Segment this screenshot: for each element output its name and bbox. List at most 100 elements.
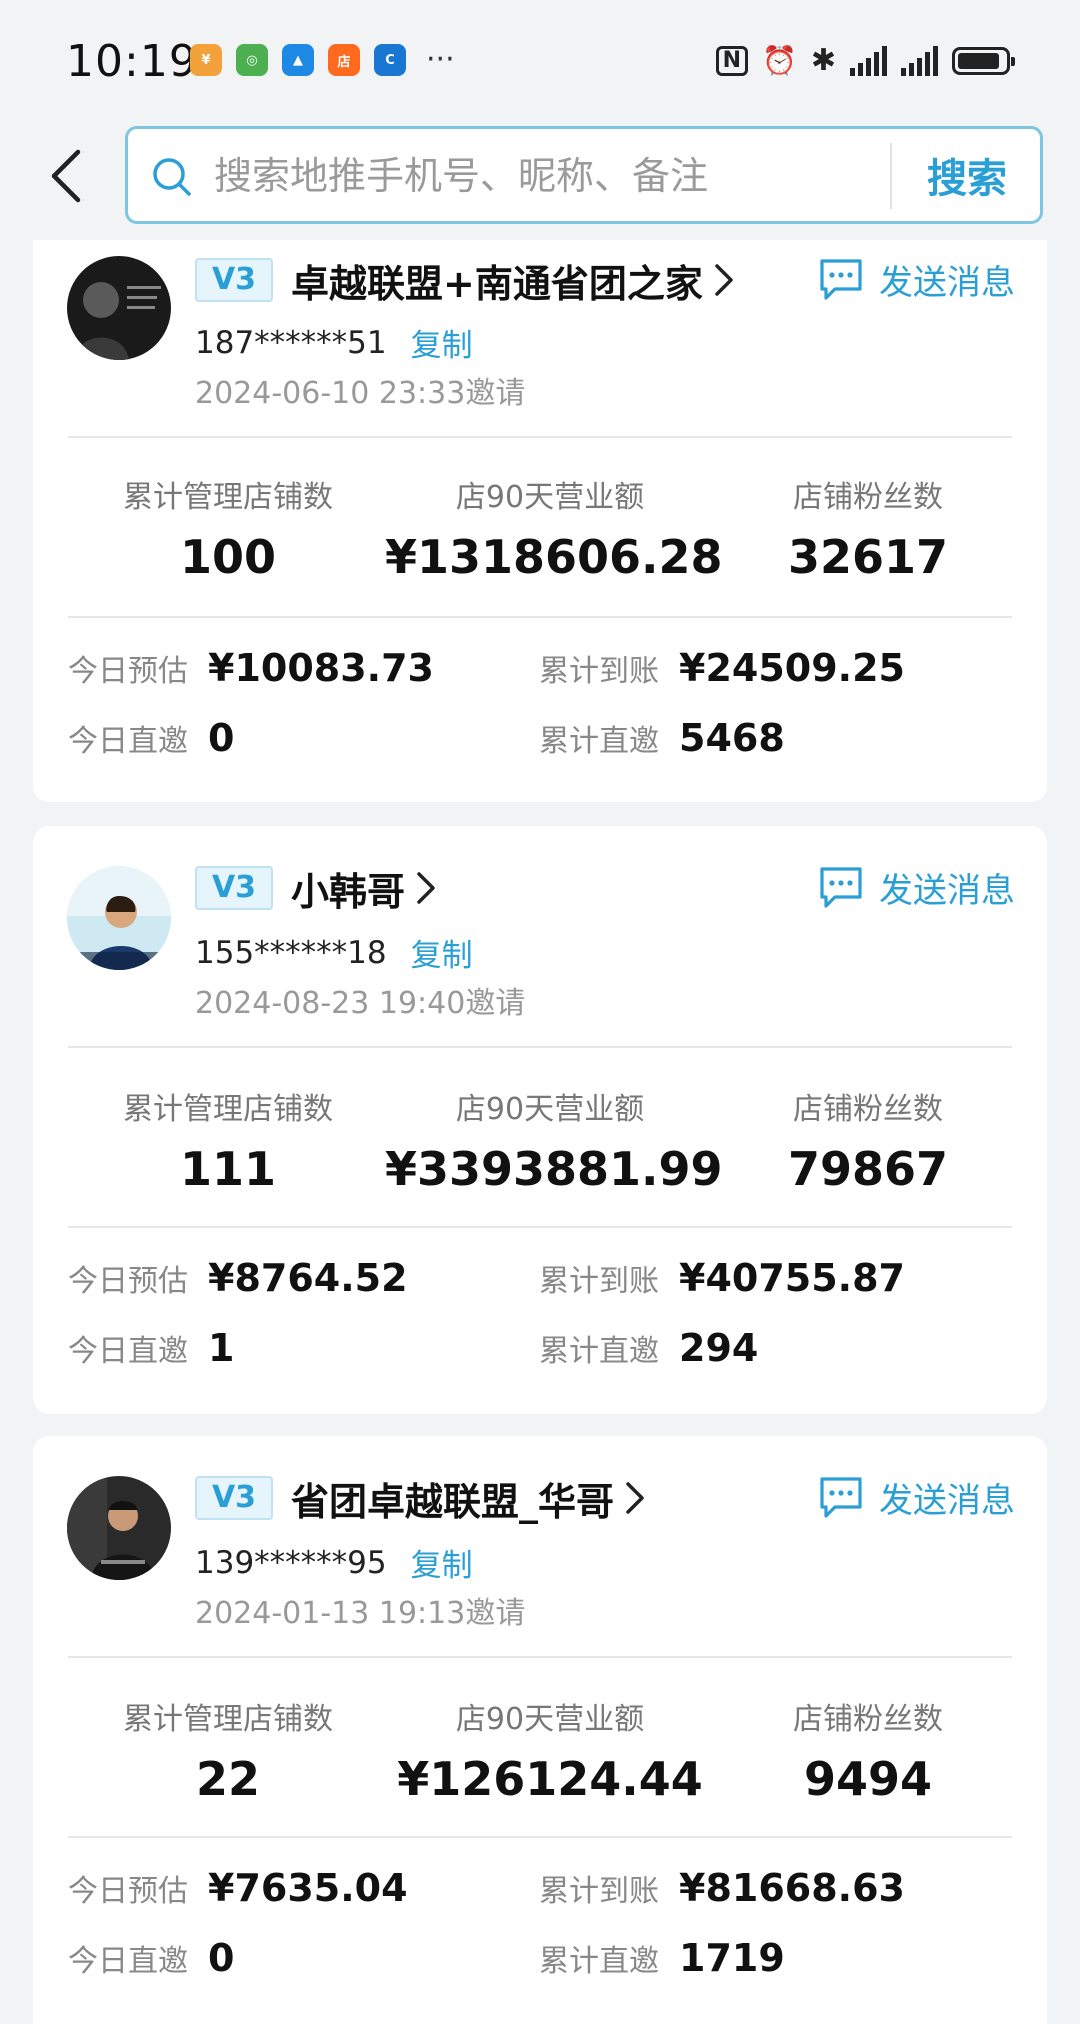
alarm-icon: ⏰ xyxy=(761,44,797,77)
stat-label: 店铺粉丝数 xyxy=(793,480,943,515)
stat-label: 店铺粉丝数 xyxy=(793,1092,943,1127)
today-invite: 今日直邀 1 xyxy=(68,1326,234,1370)
total-invite: 累计直邀 5468 xyxy=(539,716,785,760)
avatar[interactable] xyxy=(67,866,171,970)
promoter-card: V3 省团卓越联盟_华哥 发送消息 139******95 复制 2024-01… xyxy=(33,1436,1047,2024)
send-message-label: 发送消息 xyxy=(879,262,1015,303)
kv-label: 今日直邀 xyxy=(68,1944,188,1979)
today-invite: 今日直邀 0 xyxy=(68,1936,234,1980)
stat-label: 店铺粉丝数 xyxy=(793,1702,943,1737)
bluetooth-icon: ✱ xyxy=(810,43,836,78)
kv-value: ¥24509.25 xyxy=(679,646,905,690)
system-icons: N ⏰ ✱ xyxy=(715,43,1015,78)
user-profile-link[interactable]: 省团卓越联盟_华哥 xyxy=(291,1470,650,1526)
kv-label: 累计直邀 xyxy=(539,1334,659,1369)
search-divider xyxy=(890,143,892,209)
divider xyxy=(68,1836,1012,1838)
user-profile-link[interactable]: 小韩哥 xyxy=(291,860,441,916)
kv-label: 今日直邀 xyxy=(68,724,188,759)
stat-label: 店90天营业额 xyxy=(455,1092,645,1127)
send-message-button[interactable]: 发送消息 xyxy=(817,860,1015,914)
search-input[interactable] xyxy=(212,147,716,205)
app-notification-icon: ◎ xyxy=(236,44,268,76)
kv-value: 0 xyxy=(208,716,235,760)
kv-value: 0 xyxy=(208,1936,235,1980)
app-notification-icon: 店 xyxy=(328,44,360,76)
kv-value: 294 xyxy=(679,1326,759,1370)
total-invite: 累计直邀 294 xyxy=(539,1326,758,1370)
divider xyxy=(68,616,1012,618)
user-name: 卓越联盟+南通省团之家 xyxy=(291,261,703,306)
stat-label: 店90天营业额 xyxy=(455,1702,645,1737)
send-message-button[interactable]: 发送消息 xyxy=(817,252,1015,306)
message-icon xyxy=(820,1477,862,1518)
stat-label: 累计管理店铺数 xyxy=(123,480,333,515)
avatar[interactable] xyxy=(67,1476,171,1580)
stat-value: ¥126124.44 xyxy=(397,1752,703,1806)
search-box: 搜索 xyxy=(125,126,1043,224)
avatar-image xyxy=(67,1476,171,1580)
stat-value: 111 xyxy=(179,1142,277,1196)
avatar[interactable] xyxy=(67,256,171,360)
phone-number: 187******51 xyxy=(195,324,387,361)
message-icon xyxy=(820,259,862,300)
phone-number: 139******95 xyxy=(195,1544,387,1581)
level-badge: V3 xyxy=(195,866,273,910)
nfc-icon: N xyxy=(715,46,748,76)
kv-label: 累计直邀 xyxy=(539,724,659,759)
stat-revenue: 店90天营业额 ¥1318606.28 xyxy=(385,472,723,584)
invite-time: 2024-06-10 23:33邀请 xyxy=(195,376,526,411)
stat-revenue: 店90天营业额 ¥3393881.99 xyxy=(385,1084,723,1196)
divider xyxy=(68,1046,1012,1048)
search-header: 搜索 xyxy=(0,120,1080,240)
kv-value: ¥7635.04 xyxy=(208,1866,408,1910)
promoter-card: V3 卓越联盟+南通省团之家 发送消息 187******51 复制 2024-… xyxy=(33,240,1047,802)
stat-label: 累计管理店铺数 xyxy=(123,1092,333,1127)
phone-number: 155******18 xyxy=(195,934,387,971)
copy-button[interactable]: 复制 xyxy=(411,320,473,365)
divider xyxy=(68,1226,1012,1228)
stat-value: 32617 xyxy=(787,530,949,584)
copy-button[interactable]: 复制 xyxy=(411,930,473,975)
user-profile-link[interactable]: 卓越联盟+南通省团之家 xyxy=(291,252,739,308)
kv-label: 今日预估 xyxy=(68,654,188,689)
kv-value: ¥10083.73 xyxy=(208,646,434,690)
user-name: 小韩哥 xyxy=(291,869,406,914)
app-notification-icon: ¥ xyxy=(190,44,222,76)
send-message-button[interactable]: 发送消息 xyxy=(817,1470,1015,1524)
app-notification-icon: C xyxy=(374,44,406,76)
stat-stores: 累计管理店铺数 111 xyxy=(93,1084,363,1196)
avatar-image xyxy=(67,256,171,360)
kv-value: 1 xyxy=(208,1326,235,1370)
search-button[interactable]: 搜索 xyxy=(894,129,1040,221)
stat-label: 累计管理店铺数 xyxy=(123,1702,333,1737)
today-estimate: 今日预估 ¥10083.73 xyxy=(68,646,434,690)
total-received: 累计到账 ¥24509.25 xyxy=(539,646,905,690)
user-name: 省团卓越联盟_华哥 xyxy=(291,1479,615,1524)
kv-label: 今日直邀 xyxy=(68,1334,188,1369)
stat-fans: 店铺粉丝数 79867 xyxy=(753,1084,983,1196)
kv-value: 5468 xyxy=(679,716,785,760)
kv-label: 今日预估 xyxy=(68,1874,188,1909)
today-estimate: 今日预估 ¥8764.52 xyxy=(68,1256,408,1300)
phone-row: 187******51 复制 xyxy=(195,320,473,365)
level-badge: V3 xyxy=(195,1476,273,1520)
kv-label: 累计直邀 xyxy=(539,1944,659,1979)
stat-value: 79867 xyxy=(787,1142,949,1196)
signal-icon xyxy=(901,46,938,76)
send-message-label: 发送消息 xyxy=(879,1480,1015,1521)
stat-fans: 店铺粉丝数 32617 xyxy=(753,472,983,584)
kv-label: 今日预估 xyxy=(68,1264,188,1299)
kv-value: 1719 xyxy=(679,1936,785,1980)
chevron-left-icon xyxy=(51,149,81,203)
battery-icon xyxy=(952,47,1015,75)
app-notification-icon: ▲ xyxy=(282,44,314,76)
divider xyxy=(68,1656,1012,1658)
copy-button[interactable]: 复制 xyxy=(411,1540,473,1585)
stat-stores: 累计管理店铺数 22 xyxy=(93,1694,363,1806)
back-button[interactable] xyxy=(40,146,90,206)
search-icon xyxy=(153,158,191,196)
kv-label: 累计到账 xyxy=(539,1264,659,1299)
signal-icon xyxy=(850,46,887,76)
stat-stores: 累计管理店铺数 100 xyxy=(93,472,363,584)
